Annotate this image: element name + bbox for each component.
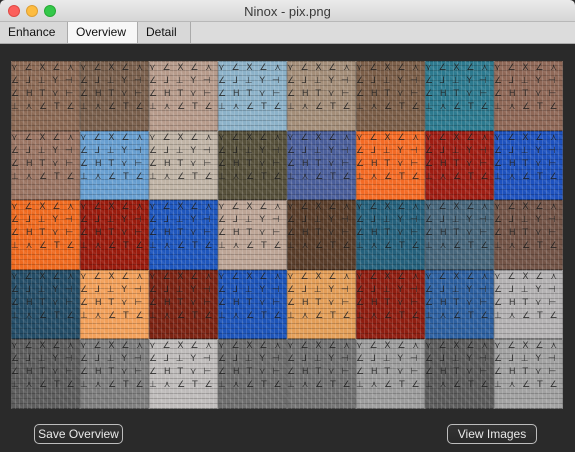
thumbnail-image[interactable] [287,339,356,409]
thumbnail-image[interactable] [494,200,563,270]
thumbnail-image[interactable] [425,130,494,201]
thumbnail-image[interactable] [425,339,494,409]
thumbnail-image[interactable] [287,130,356,201]
thumbnail-image[interactable] [218,130,287,201]
thumbnail-image[interactable] [80,130,149,201]
thumbnail-image[interactable] [149,200,218,270]
tab-bar: Enhance Overview Detail [0,22,575,44]
thumbnail-image[interactable] [149,339,218,409]
thumbnail-image[interactable] [356,200,425,270]
thumbnail-image[interactable] [356,130,425,201]
tab-detail[interactable]: Detail [138,22,191,43]
thumbnail-image[interactable] [11,269,80,340]
thumbnail-image[interactable] [356,61,425,131]
thumbnail-image[interactable] [218,200,287,270]
thumbnail-image[interactable] [218,61,287,131]
thumbnail-image[interactable] [494,339,563,409]
thumbnail-image[interactable] [80,339,149,409]
view-images-button[interactable]: View Images [447,424,537,444]
thumbnail-image[interactable] [494,269,563,340]
thumbnail-image[interactable] [80,61,149,131]
thumbnail-image[interactable] [11,130,80,201]
thumbnail-image[interactable] [356,269,425,340]
thumbnail-image[interactable] [287,200,356,270]
tab-overview[interactable]: Overview [68,22,138,43]
tab-enhance[interactable]: Enhance [0,22,68,43]
thumbnail-image[interactable] [11,61,80,131]
thumbnail-image[interactable] [287,61,356,131]
thumbnail-image[interactable] [425,269,494,340]
thumbnail-image[interactable] [11,200,80,270]
thumbnail-image[interactable] [11,339,80,409]
thumbnail-image[interactable] [149,130,218,201]
thumbnail-image[interactable] [494,130,563,201]
thumbnail-image[interactable] [425,200,494,270]
thumbnail-image[interactable] [80,269,149,340]
thumbnail-image[interactable] [149,269,218,340]
window-title: Ninox - pix.png [244,4,331,19]
thumbnail-image[interactable] [356,339,425,409]
thumbnail-image[interactable] [287,269,356,340]
title-bar: Ninox - pix.png [0,0,575,22]
overview-panel: Save Overview View Images [0,44,575,452]
button-bar: Save Overview View Images [0,424,575,448]
thumbnail-image[interactable] [149,61,218,131]
thumbnail-grid [11,61,563,409]
thumbnail-image[interactable] [218,269,287,340]
app-window: Ninox - pix.png Enhance Overview Detail … [0,0,575,452]
thumbnail-image[interactable] [80,200,149,270]
save-overview-button[interactable]: Save Overview [34,424,123,444]
thumbnail-image[interactable] [218,339,287,409]
thumbnail-image[interactable] [425,61,494,131]
thumbnail-image[interactable] [494,61,563,131]
